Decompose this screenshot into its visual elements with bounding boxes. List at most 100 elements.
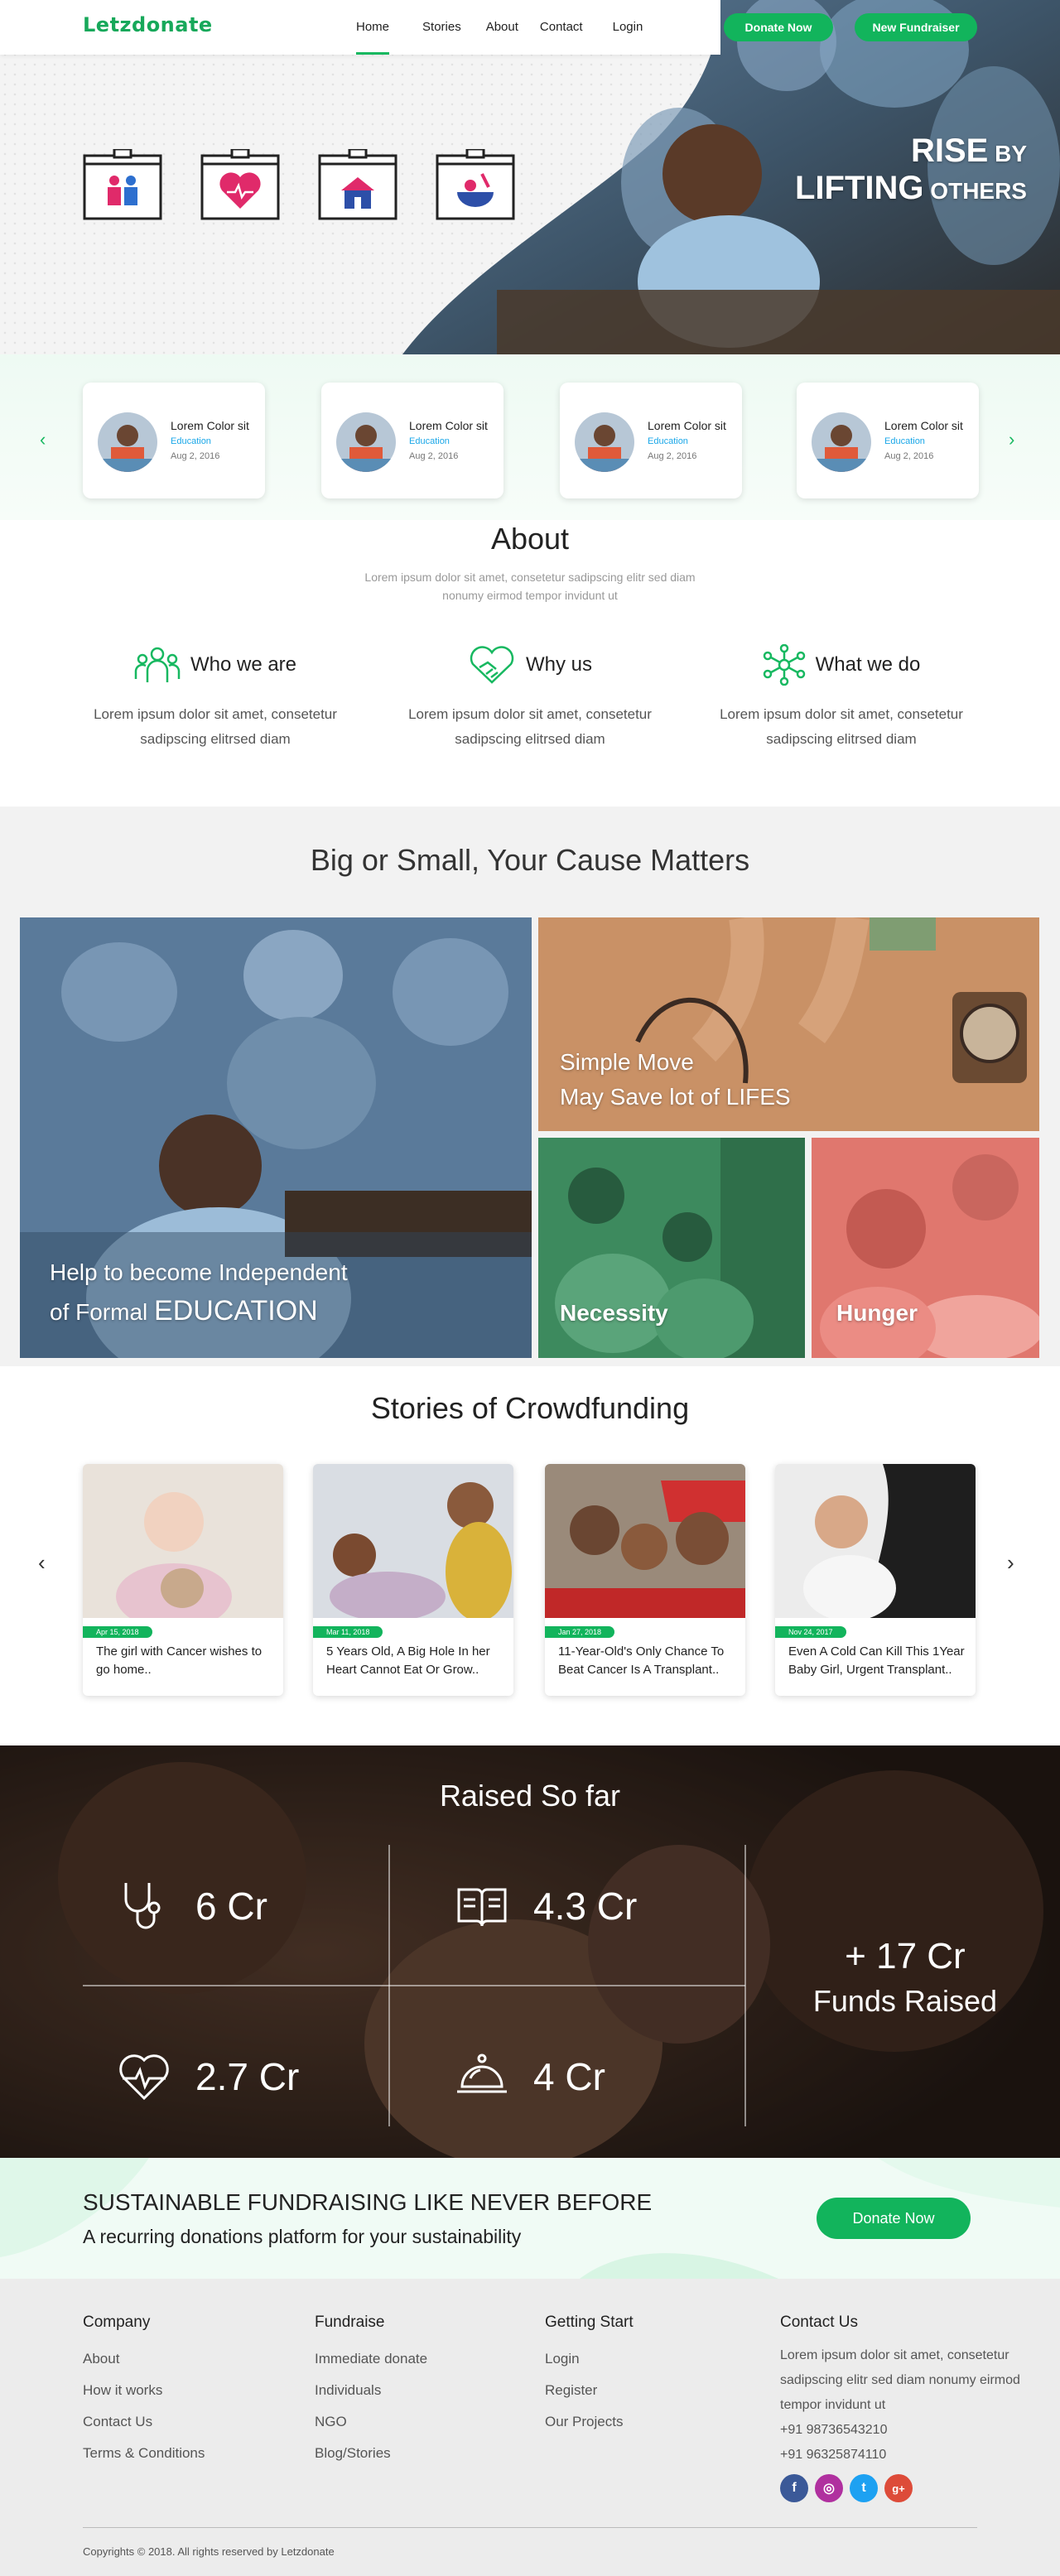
stat-value: 6 Cr — [195, 1885, 267, 1928]
footer-col-title: Company — [83, 2314, 151, 2331]
story-image — [83, 1464, 283, 1618]
story-image — [545, 1464, 745, 1618]
stories-prev-icon[interactable]: ‹ — [38, 1550, 46, 1576]
footer-phone[interactable]: +91 96325874110 — [780, 2443, 1045, 2468]
food-box-icon[interactable] — [436, 149, 515, 220]
carousel-next-icon[interactable]: › — [1009, 429, 1014, 450]
twitter-icon[interactable]: t — [850, 2474, 878, 2502]
hero-tagline: RISE BY LIFTING OTHERS — [795, 132, 1027, 207]
featured-card-date: Aug 2, 2016 — [409, 451, 459, 461]
footer-link-register[interactable]: Register — [545, 2375, 634, 2406]
network-icon — [763, 644, 805, 686]
education-box-icon[interactable] — [83, 149, 162, 220]
featured-card-category[interactable]: Education — [171, 436, 211, 446]
tagline-rise: RISE — [910, 132, 989, 169]
stat-food: 4 Cr — [455, 2050, 605, 2103]
nav-about[interactable]: About — [486, 0, 518, 55]
footer-address: Lorem ipsum dolor sit amet, consetetur s… — [780, 2348, 1020, 2412]
tagline-lifting: LIFTING — [795, 170, 924, 206]
featured-card[interactable]: Lorem Color sit Education Aug 2, 2016 — [797, 383, 979, 498]
footer-phone[interactable]: +91 98736543210 — [780, 2418, 1045, 2443]
raised-total-label: Funds Raised — [812, 1984, 997, 2018]
stat-medical: 6 Cr — [118, 1880, 267, 1933]
footer-link-contact-us[interactable]: Contact Us — [83, 2406, 205, 2438]
footer-link-individuals[interactable]: Individuals — [315, 2375, 427, 2406]
featured-card-category[interactable]: Education — [409, 436, 450, 446]
main-nav: Home Stories About Contact Login — [356, 0, 643, 55]
medical-line2: May Save lot of — [560, 1084, 726, 1110]
carousel-prev-icon[interactable]: ‹ — [40, 429, 46, 450]
footer-link-terms[interactable]: Terms & Conditions — [83, 2438, 205, 2469]
footer-col-title: Fundraise — [315, 2314, 385, 2331]
footer-link-how-it-works[interactable]: How it works — [83, 2375, 205, 2406]
featured-card[interactable]: Lorem Color sit Education Aug 2, 2016 — [560, 383, 742, 498]
footer-link-our-projects[interactable]: Our Projects — [545, 2406, 634, 2438]
footer-link-about[interactable]: About — [83, 2343, 205, 2375]
about-col-text: Lorem ipsum dolor sit amet, consetetur s… — [408, 706, 652, 747]
necessity-label: Necessity — [560, 1300, 668, 1326]
donate-now-button[interactable]: Donate Now — [724, 13, 833, 41]
nav-stories[interactable]: Stories — [422, 0, 461, 55]
necessity-cause-tile[interactable]: Necessity — [538, 1138, 805, 1358]
story-title[interactable]: The girl with Cancer wishes to go home.. — [96, 1643, 277, 1679]
stat-education: 4.3 Cr — [455, 1880, 637, 1933]
health-heart-box-icon[interactable] — [200, 149, 280, 220]
featured-card-date: Aug 2, 2016 — [648, 451, 697, 461]
avatar — [98, 412, 157, 472]
nav-contact[interactable]: Contact — [540, 0, 583, 55]
shelter-box-icon[interactable] — [318, 149, 398, 220]
story-card[interactable]: Apr 15, 2018 The girl with Cancer wishes… — [83, 1464, 283, 1696]
story-card[interactable]: Jan 27, 2018 11-Year-Old's Only Chance T… — [545, 1464, 745, 1696]
education-line1: Help to become Independent — [50, 1259, 348, 1285]
medical-cause-tile[interactable]: Simple Move May Save lot of LIFES — [538, 917, 1039, 1131]
story-title[interactable]: Even A Cold Can Kill This 1Year Baby Gir… — [788, 1643, 969, 1679]
stat-value: 4.3 Cr — [533, 1885, 638, 1928]
about-who-we-are: Who we are Lorem ipsum dolor sit amet, c… — [75, 644, 356, 752]
featured-card-date: Aug 2, 2016 — [171, 451, 220, 461]
facebook-icon[interactable]: f — [780, 2474, 808, 2502]
stethoscope-icon — [124, 1883, 161, 1929]
featured-card[interactable]: Lorem Color sit Education Aug 2, 2016 — [321, 383, 504, 498]
avatar — [575, 412, 634, 472]
footer-link-immediate-donate[interactable]: Immediate donate — [315, 2343, 427, 2375]
stat-value: 2.7 Cr — [195, 2055, 300, 2098]
featured-carousel: ‹ › Lorem Color sit Education Aug 2, 201… — [0, 354, 1060, 520]
footer-link-blog-stories[interactable]: Blog/Stories — [315, 2438, 427, 2469]
nav-login[interactable]: Login — [613, 0, 643, 55]
story-date-badge: Mar 11, 2018 — [313, 1626, 383, 1638]
hero-icon-row — [83, 149, 553, 220]
nav-home[interactable]: Home — [356, 0, 390, 55]
story-card[interactable]: Mar 11, 2018 5 Years Old, A Big Hole In … — [313, 1464, 513, 1696]
medical-emphasis: LIFES — [725, 1084, 791, 1110]
tagline-others: OTHERS — [923, 178, 1027, 204]
featured-card-title: Lorem Color sit — [409, 419, 488, 432]
google-plus-icon[interactable]: g+ — [884, 2474, 913, 2502]
footer-link-ngo[interactable]: NGO — [315, 2406, 427, 2438]
about-col-title: What we do — [815, 653, 921, 676]
footer-link-login[interactable]: Login — [545, 2343, 634, 2375]
stories-title: Stories of Crowdfunding — [370, 1391, 690, 1425]
featured-card[interactable]: Lorem Color sit Education Aug 2, 2016 — [83, 383, 265, 498]
heartbeat-icon — [119, 2054, 169, 2101]
story-title[interactable]: 11-Year-Old's Only Chance To Beat Cancer… — [558, 1643, 739, 1679]
education-cause-tile[interactable]: Help to become Independent of Formal EDU… — [20, 917, 532, 1358]
featured-card-title: Lorem Color sit — [884, 419, 963, 432]
about-col-title: Why us — [525, 653, 592, 676]
causes-title: Big or Small, Your Cause Matters — [310, 843, 750, 877]
story-title[interactable]: 5 Years Old, A Big Hole In her Heart Can… — [326, 1643, 507, 1679]
hunger-cause-tile[interactable]: Hunger — [812, 1138, 1039, 1358]
stories-next-icon[interactable]: › — [1007, 1550, 1014, 1576]
featured-card-category[interactable]: Education — [884, 436, 925, 446]
new-fundraiser-button[interactable]: New Fundraiser — [855, 13, 977, 41]
logo[interactable]: Letzdonate — [83, 13, 213, 36]
sustain-donate-button[interactable]: Donate Now — [817, 2198, 971, 2239]
about-why-us: Why us Lorem ipsum dolor sit amet, conse… — [389, 644, 671, 752]
instagram-icon[interactable]: ◎ — [815, 2474, 843, 2502]
story-card[interactable]: Nov 24, 2017 Even A Cold Can Kill This 1… — [775, 1464, 976, 1696]
people-group-icon — [134, 647, 181, 682]
about-col-text: Lorem ipsum dolor sit amet, consetetur s… — [94, 706, 337, 747]
featured-card-category[interactable]: Education — [648, 436, 688, 446]
education-line2: of Formal — [50, 1299, 155, 1325]
copyright: Copyrights © 2018. All rights reserved b… — [83, 2545, 335, 2558]
story-date-badge: Apr 15, 2018 — [83, 1626, 152, 1638]
